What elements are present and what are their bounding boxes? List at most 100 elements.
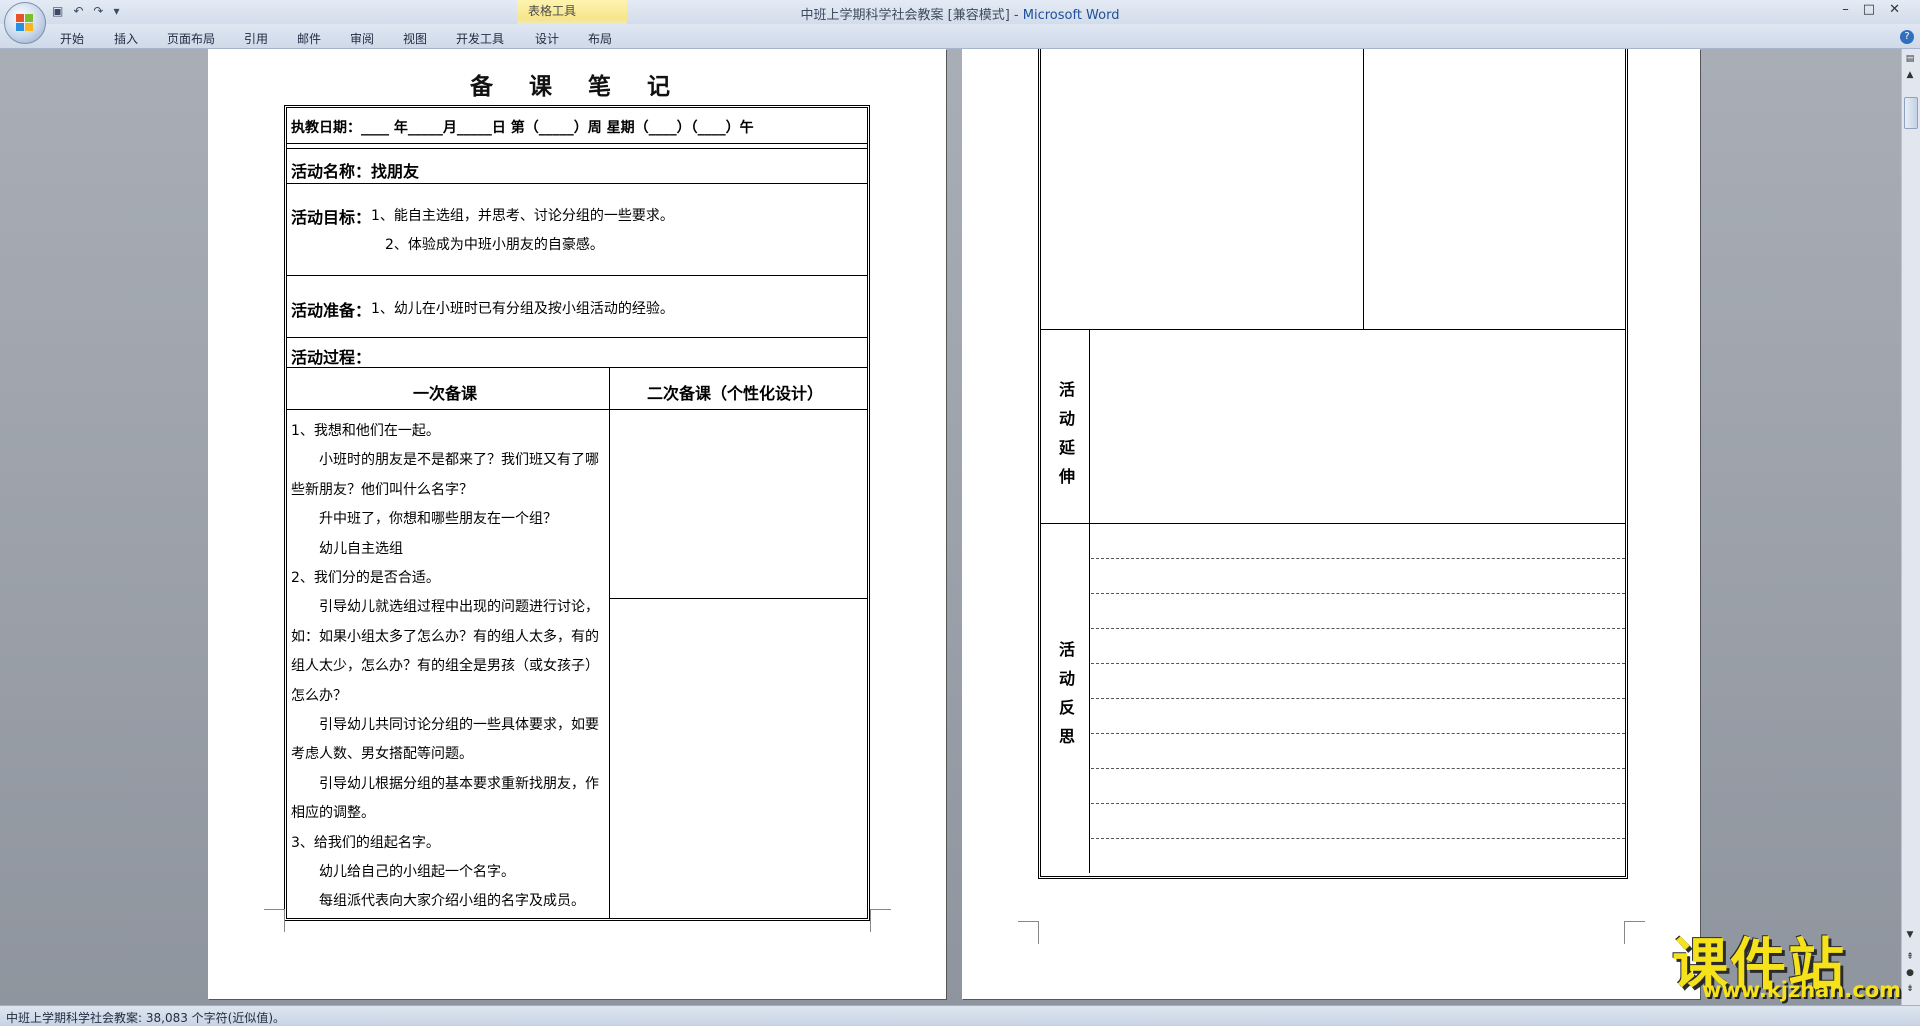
next-page-icon[interactable]: ⇟ bbox=[1904, 983, 1916, 995]
table-tools-label: 表格工具 bbox=[527, 4, 576, 18]
tab-developer[interactable]: 开发工具 bbox=[456, 30, 504, 47]
title-bar: 中班上学期科学社会教案 [兼容模式] - Microsoft Word –□✕ bbox=[0, 0, 1920, 24]
page-corner-mark bbox=[264, 909, 285, 932]
reflection-line bbox=[1091, 768, 1625, 769]
goals-row: 活动目标： 1、能自主选组，并思考、讨论分组的一些要求。 2、体验成为中班小朋友… bbox=[287, 184, 867, 276]
page-corner-mark bbox=[1018, 921, 1039, 944]
reflection-line bbox=[1091, 558, 1625, 559]
close-icon[interactable]: ✕ bbox=[1889, 2, 1914, 17]
lesson-body-line: 2、我们分的是否合适。 bbox=[291, 570, 440, 586]
second-prep-header: 二次备课（个性化设计） bbox=[647, 384, 824, 403]
lesson-body-line: 幼儿给自己的小组起一个名字。 bbox=[291, 864, 515, 880]
activity-name-row: 活动名称： 找朋友 bbox=[287, 148, 867, 184]
reflection-line bbox=[1091, 733, 1625, 734]
process-label: 活动过程： bbox=[291, 348, 372, 367]
lesson-body-line: 3、给我们的组起名字。 bbox=[291, 834, 440, 851]
page-2: 活 动 延 伸 活 动 反 思 bbox=[962, 49, 1700, 999]
lesson-body-line: 小班时的朋友是不是都来了？我们班又有了哪 bbox=[291, 452, 599, 469]
previous-page-icon[interactable]: ⇞ bbox=[1904, 951, 1916, 963]
page-corner-mark bbox=[1624, 921, 1645, 944]
goal-2: 2、体验成为中班小朋友的自豪感。 bbox=[385, 237, 604, 253]
goal-1: 1、能自主选组，并思考、讨论分组的一些要求。 bbox=[371, 208, 674, 224]
customize-qat-icon[interactable]: ▾ bbox=[113, 4, 119, 18]
reflection-line bbox=[1091, 628, 1625, 629]
lesson-body-line: 如：如果小组太多了怎么办？有的组人太多，有的 bbox=[291, 628, 599, 645]
lesson-body-line: 组人太少，怎么办？有的组全是男孩（或女孩子） bbox=[291, 658, 599, 675]
reflection-line bbox=[1091, 838, 1625, 839]
date-fields[interactable]: 执教日期：____ 年_____月_____日 第（_____）周 星期（___… bbox=[291, 117, 754, 137]
tab-page-layout[interactable]: 页面布局 bbox=[167, 30, 215, 47]
process-row: 活动过程： bbox=[287, 338, 867, 368]
prep-label: 活动准备： bbox=[291, 301, 372, 320]
lesson-body-line: 相应的调整。 bbox=[291, 805, 375, 822]
lesson-body-line: 1、我想和他们在一起。 bbox=[291, 423, 440, 439]
save-icon[interactable]: ▣ bbox=[52, 4, 63, 18]
watermark-url: www.kjzhan.com bbox=[1702, 978, 1902, 1002]
lesson-body-line: 考虑人数、男女搭配等问题。 bbox=[291, 746, 473, 763]
date-row: 执教日期：____ 年_____月_____日 第（_____）周 星期（___… bbox=[287, 108, 867, 144]
lesson-body-line: 引导幼儿根据分组的基本要求重新找朋友，作 bbox=[291, 775, 599, 792]
minimize-icon[interactable]: – bbox=[1842, 2, 1863, 17]
page-1: 备 课 笔 记 执教日期：____ 年_____月_____日 第（_____）… bbox=[208, 49, 946, 999]
window-controls: –□✕ bbox=[1842, 2, 1914, 17]
prep-1: 1、幼儿在小班时已有分组及按小组活动的经验。 bbox=[371, 301, 674, 317]
continued-process-row bbox=[1041, 49, 1625, 330]
maximize-icon[interactable]: □ bbox=[1863, 2, 1889, 17]
prep-row: 活动准备： 1、幼儿在小班时已有分组及按小组活动的经验。 bbox=[287, 276, 867, 338]
select-browse-object-icon[interactable]: ● bbox=[1904, 967, 1916, 979]
vertical-scrollbar[interactable]: ▤ ▲ ▼ ⇞ ● ⇟ bbox=[1901, 49, 1920, 1005]
extension-row: 活 动 延 伸 bbox=[1041, 329, 1625, 524]
lesson-table: 执教日期：____ 年_____月_____日 第（_____）周 星期（___… bbox=[284, 105, 870, 921]
first-prep-header: 一次备课 bbox=[413, 384, 478, 403]
column-divider bbox=[1363, 49, 1364, 329]
reflection-line bbox=[1091, 663, 1625, 664]
window-title-doc: 中班上学期科学社会教案 [兼容模式] bbox=[800, 8, 1010, 23]
lesson-body-line: 每组派代表向大家介绍小组的名字及成员。 bbox=[291, 893, 585, 910]
ruler-toggle-icon[interactable]: ▤ bbox=[1904, 53, 1916, 65]
scroll-down-icon[interactable]: ▼ bbox=[1904, 929, 1916, 941]
tab-home[interactable]: 开始 bbox=[60, 30, 84, 47]
lesson-body-line: 幼儿自主选组 bbox=[291, 540, 403, 557]
tab-mailings[interactable]: 邮件 bbox=[297, 30, 321, 47]
reflection-label: 活 动 反 思 bbox=[1058, 640, 1075, 746]
activity-name-label: 活动名称： bbox=[291, 162, 372, 181]
lesson-body-line: 引导幼儿就选组过程中出现的问题进行讨论， bbox=[291, 599, 599, 616]
goals-label: 活动目标： bbox=[291, 208, 372, 227]
undo-icon[interactable]: ↶ bbox=[73, 4, 83, 18]
lesson-body-line: 升中班了，你想和哪些朋友在一个组？ bbox=[291, 511, 557, 528]
reflection-line bbox=[1091, 593, 1625, 594]
page-title: 备 课 笔 记 bbox=[469, 73, 685, 100]
column-header-row: 一次备课 二次备课（个性化设计） bbox=[287, 368, 867, 410]
tab-references[interactable]: 引用 bbox=[244, 30, 268, 47]
continued-table: 活 动 延 伸 活 动 反 思 bbox=[1038, 49, 1628, 879]
tab-insert[interactable]: 插入 bbox=[114, 30, 138, 47]
page-corner-mark bbox=[870, 909, 891, 932]
status-bar: 中班上学期科学社会教案: 38,083 个字符(近似值)。 bbox=[0, 1005, 1920, 1026]
lesson-body-line: 些新朋友？他们叫什么名字？ bbox=[291, 481, 473, 498]
office-logo-icon bbox=[16, 14, 34, 32]
window-title: 中班上学期科学社会教案 [兼容模式] - Microsoft Word bbox=[800, 8, 1120, 23]
second-prep-cell-divider bbox=[609, 598, 867, 599]
lesson-body-line: 怎么办？ bbox=[291, 687, 347, 704]
scroll-thumb[interactable] bbox=[1904, 97, 1918, 129]
column-divider bbox=[609, 368, 610, 918]
tab-layout[interactable]: 布局 bbox=[588, 30, 612, 47]
scroll-up-icon[interactable]: ▲ bbox=[1904, 69, 1916, 81]
first-prep-body[interactable]: 1、我想和他们在一起。 小班时的朋友是不是都来了？我们班又有了哪 些新朋友？他们叫… bbox=[287, 422, 609, 922]
word-count-status[interactable]: 中班上学期科学社会教案: 38,083 个字符(近似值)。 bbox=[6, 1009, 285, 1026]
ribbon-tabs: 开始 插入 页面布局 引用 邮件 审阅 视图 开发工具 设计 布局 bbox=[0, 24, 1920, 49]
reflection-line bbox=[1091, 698, 1625, 699]
quick-access-toolbar: ▣ ↶ ↷ ▾ bbox=[52, 4, 130, 18]
help-icon[interactable]: ? bbox=[1900, 30, 1914, 44]
tab-review[interactable]: 审阅 bbox=[350, 30, 374, 47]
redo-icon[interactable]: ↷ bbox=[93, 4, 103, 18]
window-title-app: Microsoft Word bbox=[1022, 8, 1120, 23]
watermark-logo: 课件站 www.kjzhan.com bbox=[1672, 920, 1902, 1005]
document-workspace: 备 课 笔 记 执教日期：____ 年_____月_____日 第（_____）… bbox=[0, 49, 1902, 1005]
office-button[interactable] bbox=[4, 2, 46, 44]
lesson-body-line: 引导幼儿共同讨论分组的一些具体要求，如要 bbox=[291, 717, 599, 733]
tab-view[interactable]: 视图 bbox=[403, 30, 427, 47]
reflection-row[interactable]: 活 动 反 思 bbox=[1041, 523, 1625, 873]
reflection-line bbox=[1091, 803, 1625, 804]
tab-design[interactable]: 设计 bbox=[535, 30, 559, 47]
